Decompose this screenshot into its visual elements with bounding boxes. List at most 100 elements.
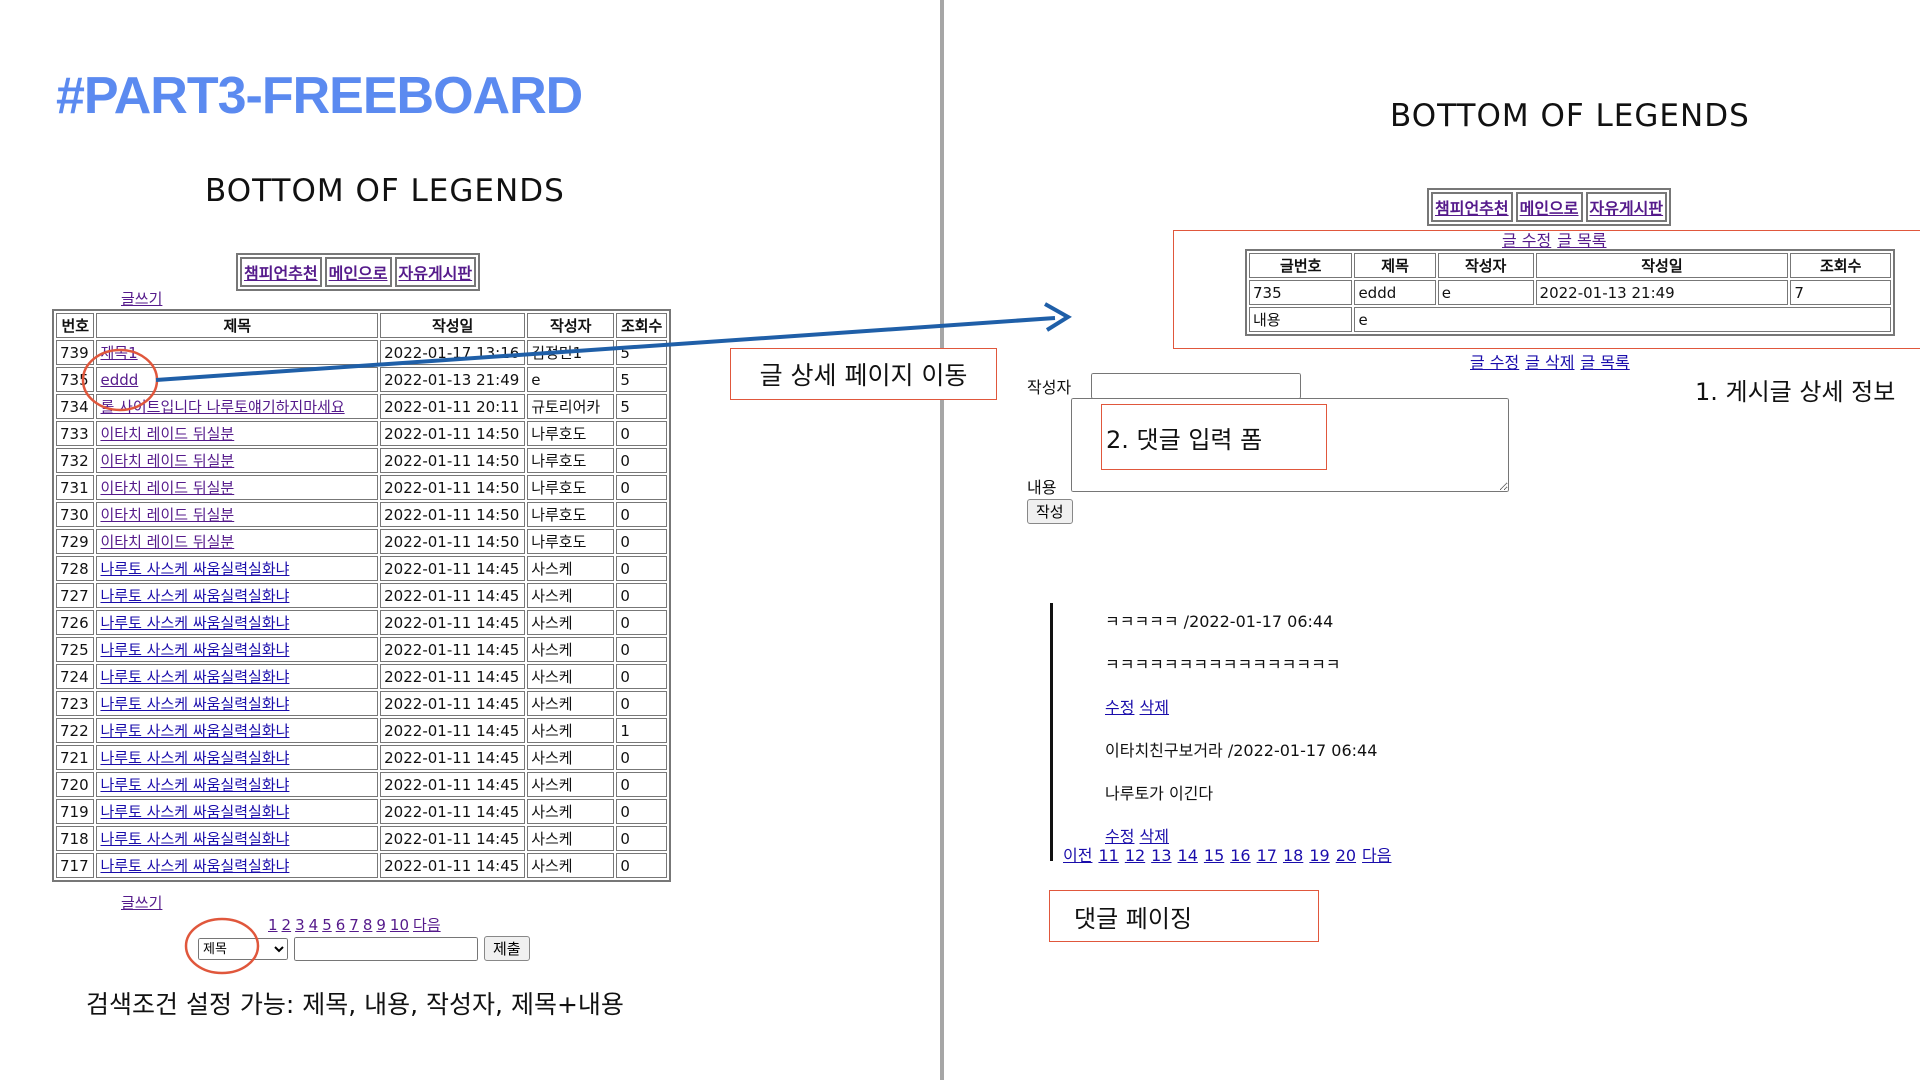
nav-freeboard[interactable]: 자유게시판: [394, 257, 477, 287]
page-link[interactable]: 9: [376, 916, 386, 934]
comment-author-input[interactable]: [1091, 373, 1301, 399]
page-link[interactable]: 7: [349, 916, 359, 934]
post-title-link[interactable]: 나루토 사스케 싸움실력실화냐: [100, 560, 289, 578]
table-row[interactable]: 730 이타치 레이드 뒤실분 2022-01-11 14:50 나루호도 0: [56, 502, 667, 527]
page-link[interactable]: 5: [322, 916, 332, 934]
edit-post-link[interactable]: 글 수정: [1502, 227, 1551, 251]
comment-body: 나루토가 이긴다: [1105, 784, 1214, 803]
post-list-link[interactable]: 글 목록: [1557, 227, 1606, 251]
table-row[interactable]: 735 eddd 2022-01-13 21:49 e 5: [56, 367, 667, 392]
search-submit-button[interactable]: 제출: [484, 936, 530, 961]
post-list-link[interactable]: 글 목록: [1581, 349, 1630, 373]
page-link[interactable]: 6: [336, 916, 346, 934]
slide-title: #PART3-FREEBOARD: [56, 67, 583, 125]
table-row[interactable]: 739 제목1 2022-01-17 13:16 김정민1 5: [56, 340, 667, 365]
comment-page-link[interactable]: 16: [1230, 846, 1250, 865]
nav-main[interactable]: 메인으로: [324, 257, 392, 287]
post-number-cell: 735: [56, 367, 95, 392]
post-title-link[interactable]: 나루토 사스케 싸움실력실화냐: [100, 668, 289, 686]
post-title-link[interactable]: 이타치 레이드 뒤실분: [100, 452, 234, 470]
delete-post-link[interactable]: 글 삭제: [1525, 349, 1574, 373]
table-row[interactable]: 727 나루토 사스케 싸움실력실화냐 2022-01-11 14:45 사스케 0: [56, 583, 667, 608]
post-views-cell: 0: [616, 421, 667, 446]
post-number-cell: 720: [56, 772, 95, 797]
table-row[interactable]: 718 나루토 사스케 싸움실력실화냐 2022-01-11 14:45 사스케 0: [56, 826, 667, 851]
nav-champion-recommend[interactable]: 챔피언추천: [240, 257, 322, 287]
post-title-link[interactable]: 제목1: [100, 344, 137, 362]
comment-pagination: 이전 11 12 13 14 15 16 17 18 19 20 다음: [1063, 842, 1392, 866]
post-title-link[interactable]: 이타치 레이드 뒤실분: [100, 479, 234, 497]
post-date-cell: 2022-01-11 14:45: [380, 799, 526, 824]
table-row[interactable]: 724 나루토 사스케 싸움실력실화냐 2022-01-11 14:45 사스케 0: [56, 664, 667, 689]
comment-prev-link[interactable]: 이전: [1063, 846, 1092, 865]
nav-freeboard[interactable]: 자유게시판: [1585, 192, 1668, 222]
comment-page-link[interactable]: 12: [1125, 846, 1145, 865]
comment-page-link[interactable]: 15: [1204, 846, 1224, 865]
col-header-date: 작성일: [380, 313, 526, 338]
write-post-link-bottom[interactable]: 글쓰기: [121, 892, 162, 913]
post-title-link[interactable]: 나루토 사스케 싸움실력실화냐: [100, 857, 289, 875]
table-row[interactable]: 721 나루토 사스케 싸움실력실화냐 2022-01-11 14:45 사스케 0: [56, 745, 667, 770]
table-row[interactable]: 734 롤 사이트입니다 나루토얘기하지마세요 2022-01-11 20:11 규토…: [56, 394, 667, 419]
page-link[interactable]: 4: [309, 916, 319, 934]
edit-post-link[interactable]: 글 수정: [1470, 349, 1519, 373]
comment-delete-link[interactable]: 삭제: [1140, 698, 1169, 717]
comment-page-link[interactable]: 11: [1098, 846, 1118, 865]
post-title-link[interactable]: 나루토 사스케 싸움실력실화냐: [100, 641, 289, 659]
table-row[interactable]: 719 나루토 사스케 싸움실력실화냐 2022-01-11 14:45 사스케 0: [56, 799, 667, 824]
comment-page-link[interactable]: 13: [1151, 846, 1171, 865]
next-page-link[interactable]: 다음: [413, 916, 441, 934]
comment-edit-link[interactable]: 수정: [1105, 698, 1134, 717]
table-row[interactable]: 725 나루토 사스케 싸움실력실화냐 2022-01-11 14:45 사스케 0: [56, 637, 667, 662]
table-row[interactable]: 729 이타치 레이드 뒤실분 2022-01-11 14:50 나루호도 0: [56, 529, 667, 554]
post-title-link[interactable]: 나루토 사스케 싸움실력실화냐: [100, 614, 289, 632]
comment-page-link[interactable]: 19: [1309, 846, 1329, 865]
comment-submit-button[interactable]: 작성: [1027, 499, 1073, 524]
post-title-cell: 나루토 사스케 싸움실력실화냐: [96, 637, 379, 662]
search-input[interactable]: [294, 936, 478, 961]
detail-views: 7: [1790, 280, 1891, 305]
page-link[interactable]: 2: [282, 916, 292, 934]
table-row[interactable]: 717 나루토 사스케 싸움실력실화냐 2022-01-11 14:45 사스케 0: [56, 853, 667, 878]
post-title-link[interactable]: 이타치 레이드 뒤실분: [100, 506, 234, 524]
post-title-link[interactable]: eddd: [100, 371, 138, 389]
table-row[interactable]: 720 나루토 사스케 싸움실력실화냐 2022-01-11 14:45 사스케 0: [56, 772, 667, 797]
page-link[interactable]: 10: [390, 916, 409, 934]
post-title-link[interactable]: 나루토 사스케 싸움실력실화냐: [100, 830, 289, 848]
post-title-link[interactable]: 나루토 사스케 싸움실력실화냐: [100, 722, 289, 740]
post-title-link[interactable]: 이타치 레이드 뒤실분: [100, 425, 234, 443]
post-title-cell: 나루토 사스케 싸움실력실화냐: [96, 664, 379, 689]
page-link[interactable]: 8: [363, 916, 373, 934]
post-title-link[interactable]: 나루토 사스케 싸움실력실화냐: [100, 803, 289, 821]
table-row[interactable]: 726 나루토 사스케 싸움실력실화냐 2022-01-11 14:45 사스케 0: [56, 610, 667, 635]
post-title-cell: 나루토 사스케 싸움실력실화냐: [96, 718, 379, 743]
comment-page-link[interactable]: 20: [1336, 846, 1356, 865]
comment-page-link[interactable]: 17: [1257, 846, 1277, 865]
write-post-link-top[interactable]: 글쓰기: [121, 288, 162, 309]
post-title-link[interactable]: 롤 사이트입니다 나루토얘기하지마세요: [100, 398, 344, 416]
table-row[interactable]: 728 나루토 사스케 싸움실력실화냐 2022-01-11 14:45 사스케 0: [56, 556, 667, 581]
post-title-link[interactable]: 나루토 사스케 싸움실력실화냐: [100, 776, 289, 794]
table-row[interactable]: 722 나루토 사스케 싸움실력실화냐 2022-01-11 14:45 사스케 1: [56, 718, 667, 743]
post-title-link[interactable]: 나루토 사스케 싸움실력실화냐: [100, 749, 289, 767]
right-nav: 챔피언추천 메인으로 자유게시판: [1427, 188, 1672, 226]
post-number-cell: 724: [56, 664, 95, 689]
post-title-link[interactable]: 나루토 사스케 싸움실력실화냐: [100, 695, 289, 713]
post-number-cell: 721: [56, 745, 95, 770]
post-number-cell: 727: [56, 583, 95, 608]
page-link[interactable]: 1: [268, 916, 278, 934]
nav-main[interactable]: 메인으로: [1515, 192, 1583, 222]
comment-next-link[interactable]: 다음: [1362, 846, 1391, 865]
comment-page-link[interactable]: 14: [1178, 846, 1198, 865]
post-title-link[interactable]: 나루토 사스케 싸움실력실화냐: [100, 587, 289, 605]
search-type-select[interactable]: 제목: [198, 937, 288, 960]
nav-champion-recommend[interactable]: 챔피언추천: [1431, 192, 1513, 222]
table-row[interactable]: 723 나루토 사스케 싸움실력실화냐 2022-01-11 14:45 사스케 0: [56, 691, 667, 716]
comment-page-link[interactable]: 18: [1283, 846, 1303, 865]
post-title-cell: 나루토 사스케 싸움실력실화냐: [96, 610, 379, 635]
table-row[interactable]: 732 이타치 레이드 뒤실분 2022-01-11 14:50 나루호도 0: [56, 448, 667, 473]
page-link[interactable]: 3: [295, 916, 305, 934]
table-row[interactable]: 733 이타치 레이드 뒤실분 2022-01-11 14:50 나루호도 0: [56, 421, 667, 446]
table-row[interactable]: 731 이타치 레이드 뒤실분 2022-01-11 14:50 나루호도 0: [56, 475, 667, 500]
post-title-link[interactable]: 이타치 레이드 뒤실분: [100, 533, 234, 551]
